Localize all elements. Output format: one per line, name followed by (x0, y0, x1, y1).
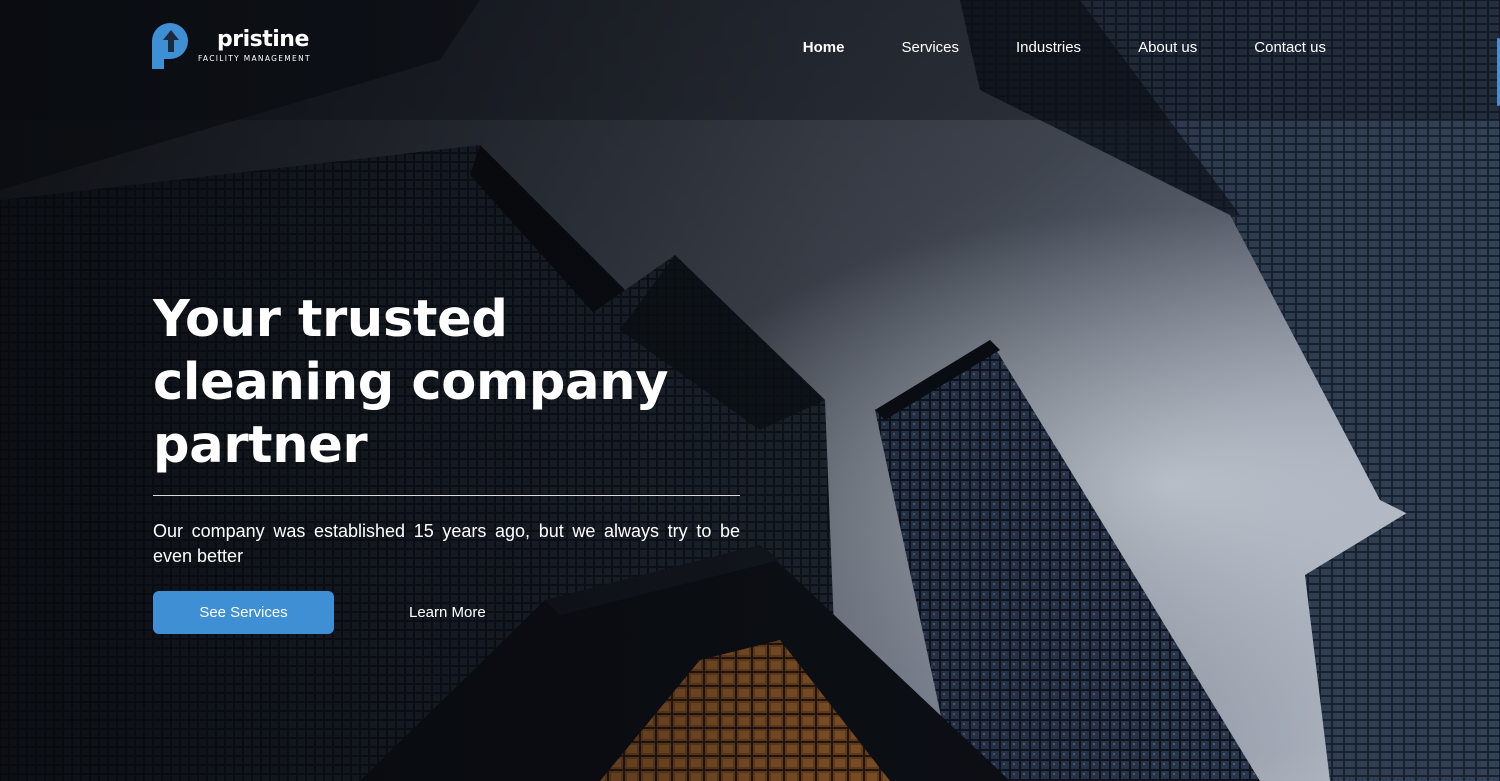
nav-item-home[interactable]: Home (803, 38, 845, 58)
brand-name: pristine (217, 27, 309, 52)
hero-description: Our company was established 15 years ago… (153, 521, 740, 566)
hero-title-line: Your trusted (153, 290, 508, 349)
nav-item-industries[interactable]: Industries (1016, 38, 1081, 58)
nav-item-about-us[interactable]: About us (1138, 38, 1197, 58)
see-services-button[interactable]: See Services (153, 591, 334, 634)
nav-item-contact-us[interactable]: Contact us (1254, 38, 1326, 58)
hero-title-line: cleaning company (153, 353, 669, 412)
nav-item-services[interactable]: Services (901, 38, 959, 58)
main-nav: Home Services Industries About us Contac… (746, 38, 1326, 58)
hero-title: Your trusted cleaning company partner (153, 288, 673, 477)
learn-more-link[interactable]: Learn More (409, 604, 486, 622)
landing-page: pristine FACILITY MANAGEMENT Home Servic… (0, 0, 1500, 781)
hero-title-line: partner (153, 416, 368, 475)
brand-logo[interactable]: pristine FACILITY MANAGEMENT (152, 23, 322, 69)
pristine-logo-icon (152, 23, 188, 69)
brand-tagline: FACILITY MANAGEMENT (198, 54, 311, 63)
hero-divider (153, 495, 740, 496)
